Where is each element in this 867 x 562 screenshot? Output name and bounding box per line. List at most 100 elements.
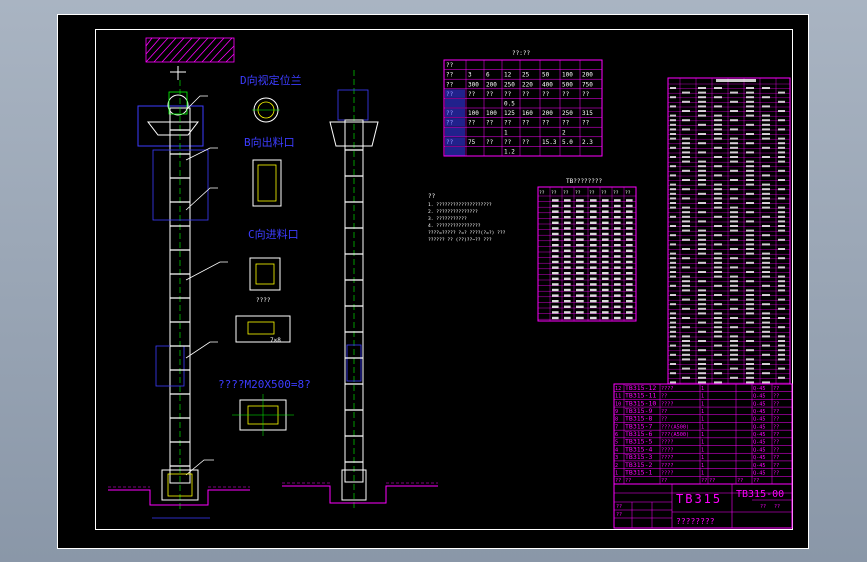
param-cell: 15.3 — [542, 139, 557, 146]
parts-cell: 1 — [701, 455, 704, 461]
component-cell-mark — [682, 266, 690, 269]
spec-cell-mark — [614, 216, 621, 219]
component-cell-mark — [746, 183, 754, 186]
title-company: ???????? — [676, 517, 715, 526]
component-cell-mark — [762, 215, 770, 218]
spec-cell-mark — [564, 266, 571, 269]
component-cell-mark — [730, 146, 738, 149]
spec-cell-mark — [614, 260, 621, 264]
component-cell-mark — [746, 289, 754, 292]
component-cell-mark — [670, 234, 676, 237]
view-dim-label: 7×8 — [270, 337, 281, 344]
spec-cell-mark — [564, 277, 571, 280]
spec-cell-mark — [564, 288, 571, 292]
component-cell-mark — [746, 151, 754, 154]
param-cell: 50 — [542, 72, 550, 79]
component-cell-mark — [762, 133, 770, 135]
component-cell-mark — [714, 165, 722, 168]
spec-cell-mark — [590, 238, 597, 241]
spec-cell-mark — [626, 294, 633, 297]
component-cell-mark — [730, 266, 738, 269]
spec-cell-mark — [576, 227, 584, 230]
spec-cell-mark — [552, 311, 559, 314]
component-cell-mark — [698, 220, 706, 223]
component-cell-mark — [682, 326, 690, 329]
component-cell-mark — [778, 298, 785, 301]
component-cell-mark — [762, 381, 770, 384]
param-cell: 100 — [562, 72, 573, 79]
spec-cell-mark — [602, 244, 609, 247]
spec-cell-mark — [614, 244, 621, 247]
spec-cell-mark — [552, 249, 559, 252]
component-cell-mark — [746, 303, 754, 306]
component-cell-mark — [746, 211, 754, 214]
spec-cell-mark — [590, 199, 597, 202]
component-cell-mark — [730, 238, 738, 241]
parts-cell: 5 — [615, 440, 618, 446]
component-cell-mark — [670, 215, 676, 218]
component-cell-mark — [762, 188, 770, 191]
component-cell-mark — [682, 280, 690, 283]
component-cell-mark — [778, 376, 785, 379]
title-small-4: ?? — [774, 504, 780, 510]
component-cell-mark — [714, 225, 722, 227]
spec-cell-mark — [602, 288, 609, 292]
component-cell-mark — [778, 238, 785, 241]
param-cell: 25 — [522, 72, 530, 79]
component-cell-mark — [714, 133, 722, 135]
view-d-label: D向视定位兰 — [240, 73, 302, 87]
component-cell-mark — [698, 100, 706, 103]
component-cell-mark — [670, 261, 676, 264]
param-cell: ?? — [486, 139, 494, 146]
component-cell-mark — [762, 243, 770, 246]
parts-cell: ???? — [661, 440, 674, 446]
param-cell: ?? — [446, 62, 454, 69]
spec-cell-mark — [614, 283, 621, 286]
parts-cell: Q-45 — [753, 417, 766, 423]
component-cell-mark — [714, 183, 722, 186]
spec-cell-mark — [576, 294, 584, 297]
component-cell-mark — [698, 91, 706, 94]
spec-cell-mark — [626, 210, 633, 213]
spec-cell-mark — [614, 199, 621, 202]
parts-cell: ?? — [773, 417, 779, 423]
component-cell-mark — [670, 363, 676, 365]
component-cell-mark — [778, 215, 785, 218]
spec-cell-mark — [564, 227, 571, 230]
component-cell-mark — [762, 225, 770, 227]
parts-cell: Q-45 — [753, 432, 766, 438]
component-cell-mark — [670, 165, 676, 168]
parts-cell: 1 — [701, 417, 704, 423]
spec-cell-mark — [626, 232, 633, 236]
component-cell-mark — [682, 197, 690, 200]
parts-cell: ?? — [661, 417, 667, 423]
component-cell-mark — [746, 280, 754, 283]
component-cell-mark — [698, 381, 706, 384]
component-cell-mark — [670, 146, 676, 149]
component-cell-mark — [778, 289, 785, 292]
component-cell-mark — [682, 307, 690, 310]
parts-header-cell: ?? — [701, 478, 707, 484]
component-cell-mark — [698, 358, 706, 361]
title-small-3: ?? — [760, 504, 766, 510]
component-cell-mark — [682, 225, 690, 227]
component-cell-mark — [670, 225, 676, 227]
param-cell: ?? — [582, 91, 590, 98]
spec-cell-mark — [602, 227, 609, 230]
spec-cell-mark — [602, 199, 609, 202]
param-cell: 250 — [562, 110, 573, 117]
parts-cell: ?? — [773, 394, 779, 400]
param-cell: 250 — [504, 81, 515, 88]
component-cell-mark — [730, 215, 738, 218]
component-cell-mark — [778, 326, 785, 329]
component-cell-mark — [670, 197, 676, 200]
component-cell-mark — [698, 238, 706, 241]
component-cell-mark — [730, 225, 738, 227]
component-cell-mark — [698, 312, 706, 315]
spec-cell-mark — [576, 316, 584, 320]
spec-cell-mark — [602, 232, 609, 236]
param-cell: 500 — [562, 81, 573, 88]
component-cell-mark — [670, 252, 676, 255]
component-cell-mark — [746, 243, 754, 246]
component-cell-mark — [698, 202, 706, 204]
